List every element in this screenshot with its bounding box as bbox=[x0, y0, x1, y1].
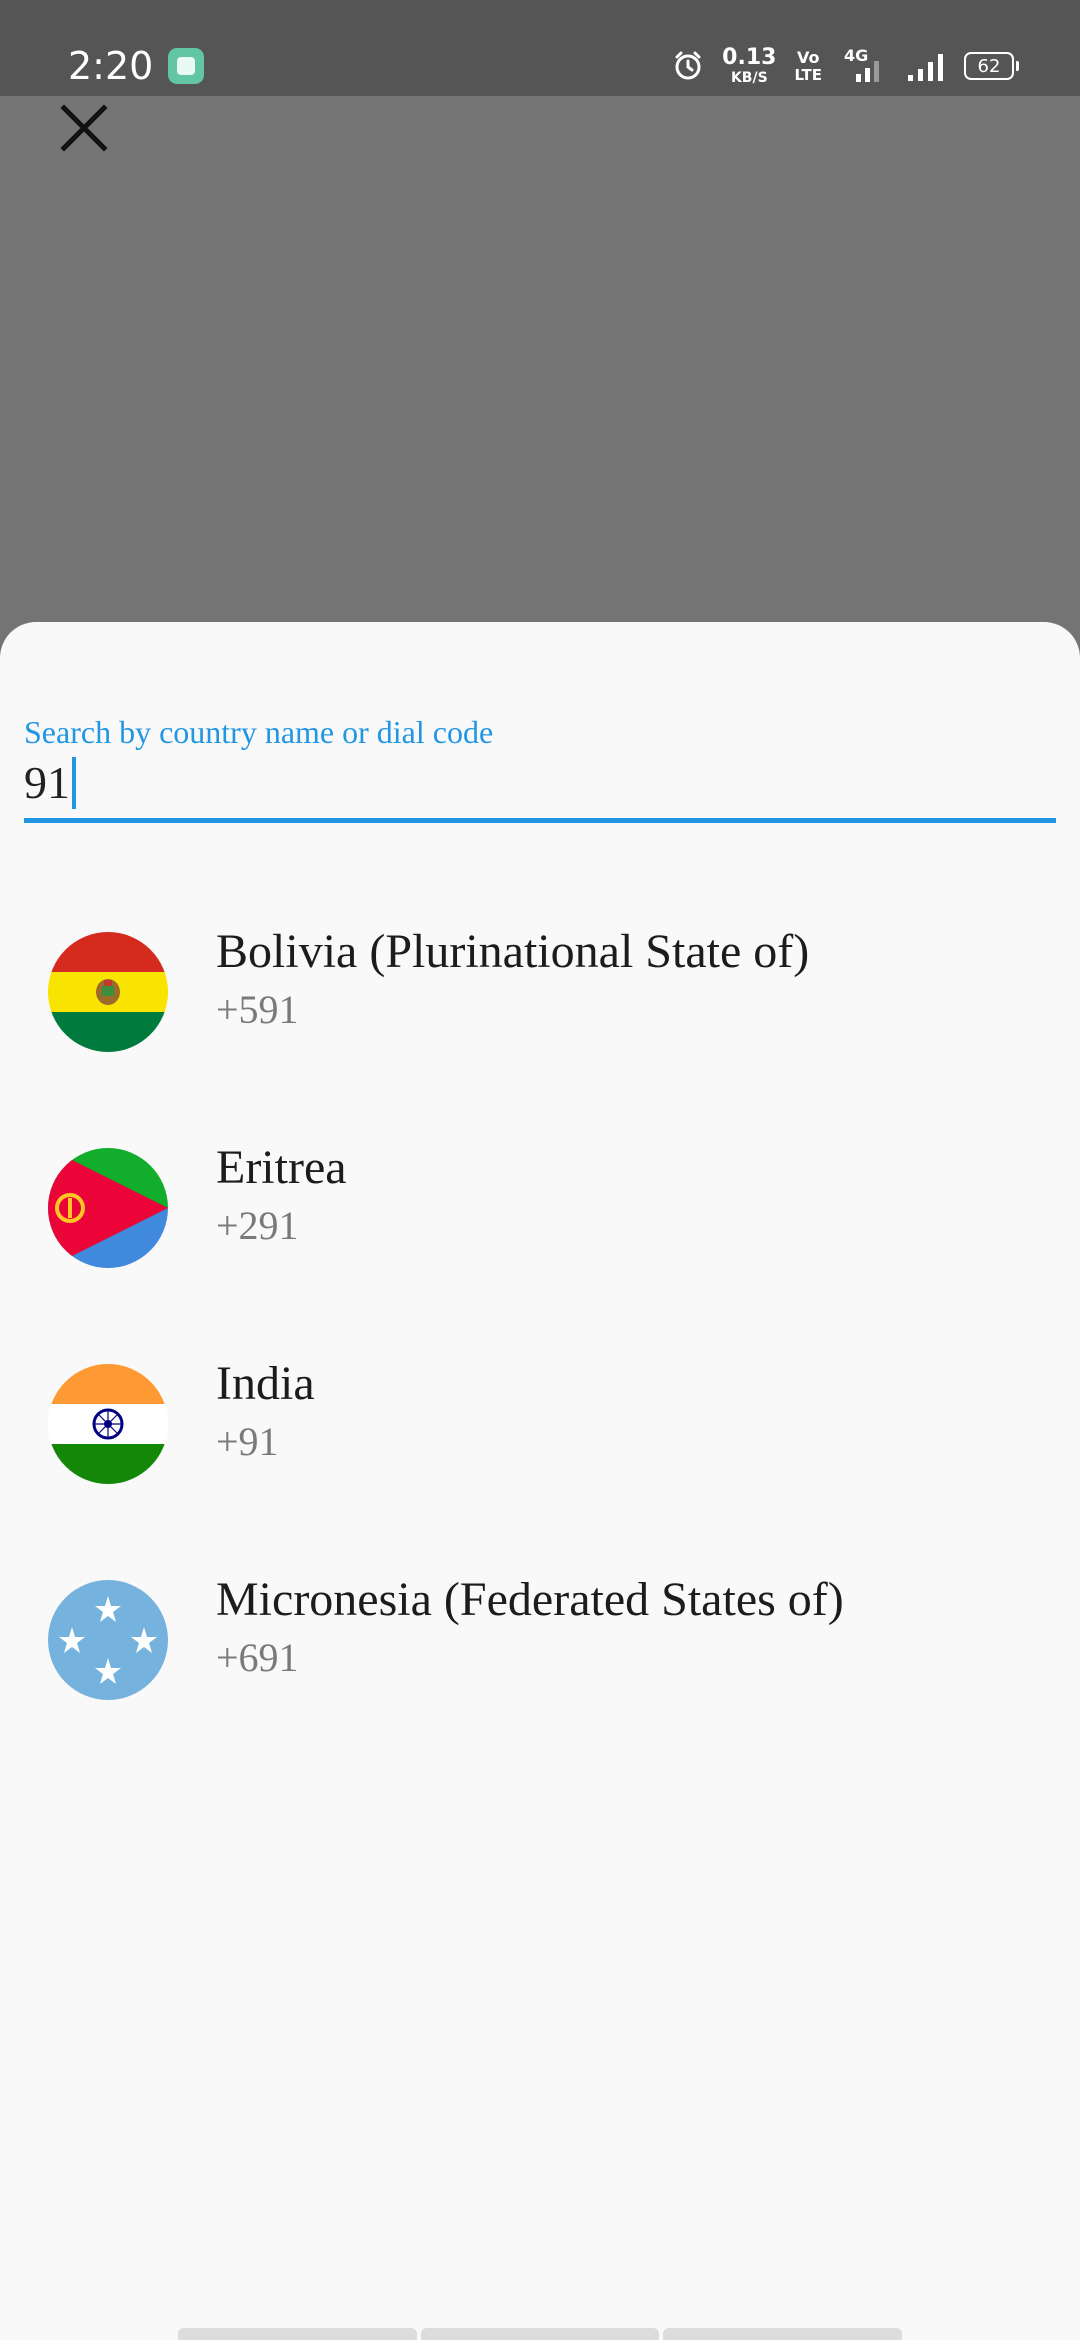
country-row-micronesia[interactable]: Micronesia (Federated States of) +691 bbox=[0, 1552, 1080, 1768]
country-dial-code: +291 bbox=[216, 1203, 299, 1248]
bottom-bar-segment bbox=[420, 2328, 660, 2340]
app-notification-icon bbox=[168, 48, 204, 84]
search-input[interactable]: 91 bbox=[24, 756, 76, 809]
alarm-icon bbox=[672, 50, 704, 82]
country-row-india[interactable]: India +91 bbox=[0, 1336, 1080, 1552]
close-button[interactable] bbox=[56, 100, 112, 156]
status-icons: 0.13 KB/S Vo LTE 4G 62 bbox=[672, 45, 1019, 86]
network-speed-value: 0.13 bbox=[722, 45, 777, 70]
network-speed: 0.13 KB/S bbox=[722, 45, 777, 86]
status-bar: 2:20 0.13 KB/S Vo LTE 4G 62 bbox=[0, 0, 1080, 96]
micronesia-flag-icon bbox=[48, 1580, 168, 1700]
india-flag-icon bbox=[48, 1364, 168, 1484]
volte-top-label: Vo bbox=[796, 47, 820, 67]
close-icon bbox=[60, 104, 108, 152]
country-list: Bolivia (Plurinational State of) +591 Er… bbox=[0, 904, 1080, 1768]
country-row-eritrea[interactable]: Eritrea +291 bbox=[0, 1120, 1080, 1336]
signal-strength-icon bbox=[906, 50, 946, 82]
country-name: India bbox=[216, 1357, 315, 1410]
country-name: Eritrea bbox=[216, 1141, 347, 1194]
country-name: Bolivia (Plurinational State of) bbox=[216, 925, 810, 978]
volte-bottom-label: LTE bbox=[794, 65, 822, 84]
search-input-value: 91 bbox=[24, 757, 70, 808]
battery-icon: 62 bbox=[964, 52, 1019, 80]
bottom-bar-segment bbox=[663, 2328, 903, 2340]
search-label: Search by country name or dial code bbox=[24, 714, 494, 750]
search-field[interactable]: Search by country name or dial code 91 bbox=[24, 714, 1056, 823]
status-time: 2:20 bbox=[68, 44, 154, 88]
country-dial-code: +91 bbox=[216, 1419, 279, 1464]
bolivia-flag-icon bbox=[48, 932, 168, 1052]
country-picker-sheet: Search by country name or dial code 91 B… bbox=[0, 622, 1080, 2340]
country-name: Micronesia (Federated States of) bbox=[216, 1573, 844, 1626]
battery-level: 62 bbox=[977, 55, 1001, 77]
volte-indicator: Vo LTE bbox=[794, 47, 822, 84]
bottom-bar-segment bbox=[178, 2328, 417, 2340]
network-speed-unit: KB/S bbox=[730, 70, 768, 86]
country-dial-code: +591 bbox=[216, 987, 299, 1032]
country-row-bolivia[interactable]: Bolivia (Plurinational State of) +591 bbox=[0, 904, 1080, 1120]
country-dial-code: +691 bbox=[216, 1635, 299, 1680]
eritrea-flag-icon bbox=[48, 1148, 168, 1268]
text-caret bbox=[72, 756, 76, 809]
bottom-navigation-hint bbox=[178, 2328, 903, 2340]
signal-4g-icon: 4G bbox=[840, 46, 888, 84]
